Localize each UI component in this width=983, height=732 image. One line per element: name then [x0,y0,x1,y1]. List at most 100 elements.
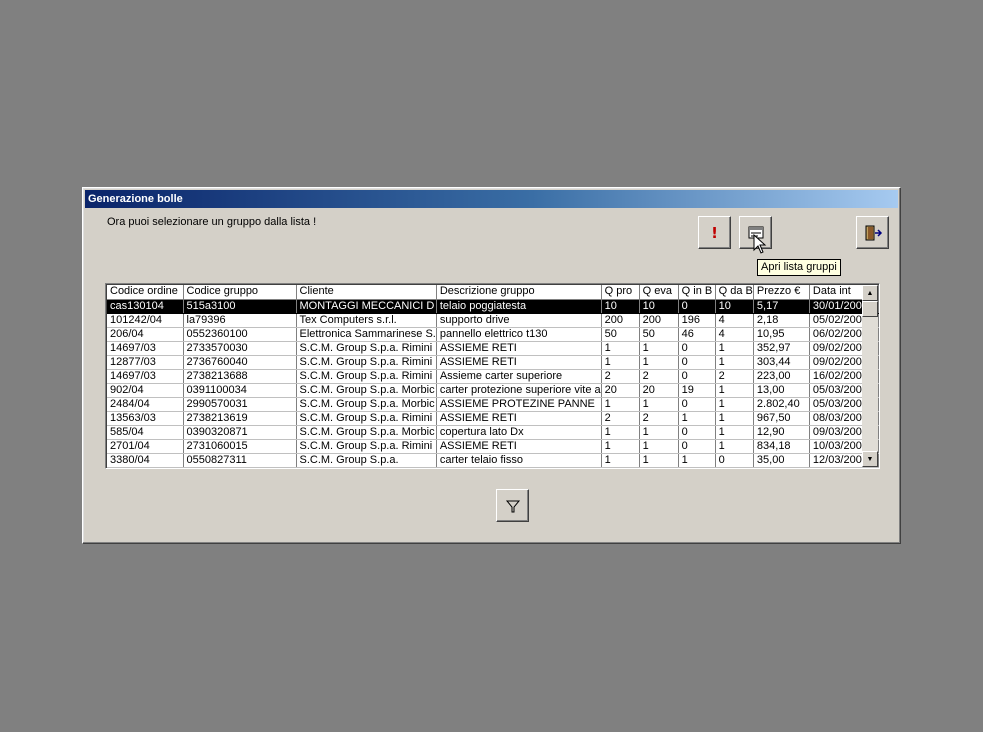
table-cell: 14697/03 [107,369,184,384]
table-cell: 12,90 [753,425,810,440]
groups-table: Codice ordine Codice gruppo Cliente Desc… [107,285,879,468]
column-header[interactable]: Prezzo € [753,285,810,300]
table-row[interactable]: cas130104 515a3100 MONTAGGI MECCANICI Dtel… [107,299,879,314]
scroll-thumb[interactable] [862,301,878,317]
filter-icon [505,500,520,512]
table-cell: 1 [601,425,640,440]
table-cell: 50 [601,327,640,342]
table-cell: 2 [639,369,679,384]
table-cell: 1 [601,453,640,468]
table-cell: ASSIEME RETI [436,411,602,426]
table-cell: 2,18 [753,313,810,328]
table-cell: 0552360100 [183,327,297,342]
alert-icon: ! [711,223,718,242]
exit-button[interactable] [856,216,889,249]
column-header[interactable]: Q eva [639,285,679,300]
table-cell: 2484/04 [107,397,184,412]
table-cell: 1 [639,355,679,370]
table-cell: Elettronica Sammarinese S. [296,327,437,342]
column-header[interactable]: Q in B [678,285,716,300]
table-cell: 0 [678,341,716,356]
table-cell: 1 [639,439,679,454]
table-cell: 20 [639,383,679,398]
table-cell: 196 [678,313,716,328]
table-cell: 10 [639,299,679,314]
table-row[interactable]: 101242/04 la79396 Tex Computers s.r.l. supp… [107,313,879,328]
groups-grid[interactable]: Codice ordine Codice gruppo Cliente Desc… [105,283,880,469]
table-cell: Assieme carter superiore [436,369,602,384]
table-cell: 4 [715,327,754,342]
table-cell: 967,50 [753,411,810,426]
table-cell: 101242/04 [107,313,184,328]
table-cell: 3380/04 [107,453,184,468]
table-row[interactable]: 14697/03 2733570030 S.C.M. Group S.p.a. Ri… [107,341,879,356]
table-cell: 1 [601,341,640,356]
table-cell: 0391100034 [183,383,297,398]
table-cell: 200 [601,313,640,328]
window-title[interactable]: Generazione bolle [85,190,898,208]
table-cell: 834,18 [753,439,810,454]
table-cell: 1 [678,411,716,426]
table-cell: Tex Computers s.r.l. [296,313,437,328]
scroll-up-icon: ▲ [866,289,874,297]
table-cell: 1 [601,439,640,454]
table-cell: 0550827311 [183,453,297,468]
table-cell: 0 [678,369,716,384]
table-cell: 5,17 [753,299,810,314]
table-cell: 1 [601,397,640,412]
table-cell: S.C.M. Group S.p.a. Rimini [296,341,437,356]
column-header[interactable]: Q da B [715,285,754,300]
table-row[interactable]: 14697/03 2738213688 S.C.M. Group S.p.a. Ri… [107,369,879,384]
table-cell: 1 [715,411,754,426]
table-cell: 0390320871 [183,425,297,440]
table-cell: ASSIEME RETI [436,341,602,356]
scroll-up-button[interactable]: ▲ [862,285,878,301]
table-row[interactable]: 12877/03 2736760040 S.C.M. Group S.p.a. Ri… [107,355,879,370]
table-cell: 10 [715,299,754,314]
column-header[interactable]: Codice ordine [107,285,184,300]
table-cell: la79396 [183,313,297,328]
table-cell: 585/04 [107,425,184,440]
table-row[interactable]: 13563/03 2738213619 S.C.M. Group S.p.a. Ri… [107,411,879,426]
table-body: cas130104 515a3100 MONTAGGI MECCANICI Dtel… [107,299,879,468]
table-cell: 2 [715,369,754,384]
scroll-down-button[interactable]: ▼ [862,451,878,467]
alert-button[interactable]: ! [698,216,731,249]
table-cell: 1 [715,397,754,412]
vertical-scrollbar[interactable]: ▲ ▼ [862,285,878,467]
table-row[interactable]: 585/04 0390320871 S.C.M. Group S.p.a. Morb… [107,425,879,440]
table-cell: 20 [601,383,640,398]
table-cell: 0 [715,453,754,468]
table-cell: 1 [639,425,679,440]
table-cell: 2 [601,369,640,384]
table-cell: 0 [678,299,716,314]
table-row[interactable]: 2484/04 2990570031 S.C.M. Group S.p.a. Mor… [107,397,879,412]
table-cell: S.C.M. Group S.p.a. Rimini [296,355,437,370]
column-header[interactable]: Cliente [296,285,437,300]
table-cell: MONTAGGI MECCANICI D [296,299,437,314]
table-cell: 35,00 [753,453,810,468]
table-cell: S.C.M. Group S.p.a. Rimini [296,369,437,384]
table-cell: 13,00 [753,383,810,398]
table-cell: 1 [715,425,754,440]
table-cell: copertura lato Dx [436,425,602,440]
table-cell: 2 [601,411,640,426]
table-cell: 1 [639,453,679,468]
table-cell: carter protezione superiore vite a [436,383,602,398]
column-header[interactable]: Descrizione gruppo [436,285,602,300]
filter-button[interactable] [496,489,529,522]
column-header[interactable]: Q pro [601,285,640,300]
table-row[interactable]: 2701/04 2731060015 S.C.M. Group S.p.a. Rim… [107,439,879,454]
table-cell: 10 [601,299,640,314]
table-cell: 1 [715,439,754,454]
table-cell: 46 [678,327,716,342]
table-row[interactable]: 3380/04 0550827311 S.C.M. Group S.p.a. cart… [107,453,879,468]
column-header[interactable]: Codice gruppo [183,285,297,300]
table-row[interactable]: 902/04 0391100034 S.C.M. Group S.p.a. Morb… [107,383,879,398]
table-cell: 0 [678,425,716,440]
table-cell: 1 [639,341,679,356]
table-cell: 515a3100 [183,299,297,314]
table-row[interactable]: 206/04 0552360100 Elettronica Sammarinese … [107,327,879,342]
table-cell: 50 [639,327,679,342]
tooltip: Apri lista gruppi [757,259,841,276]
